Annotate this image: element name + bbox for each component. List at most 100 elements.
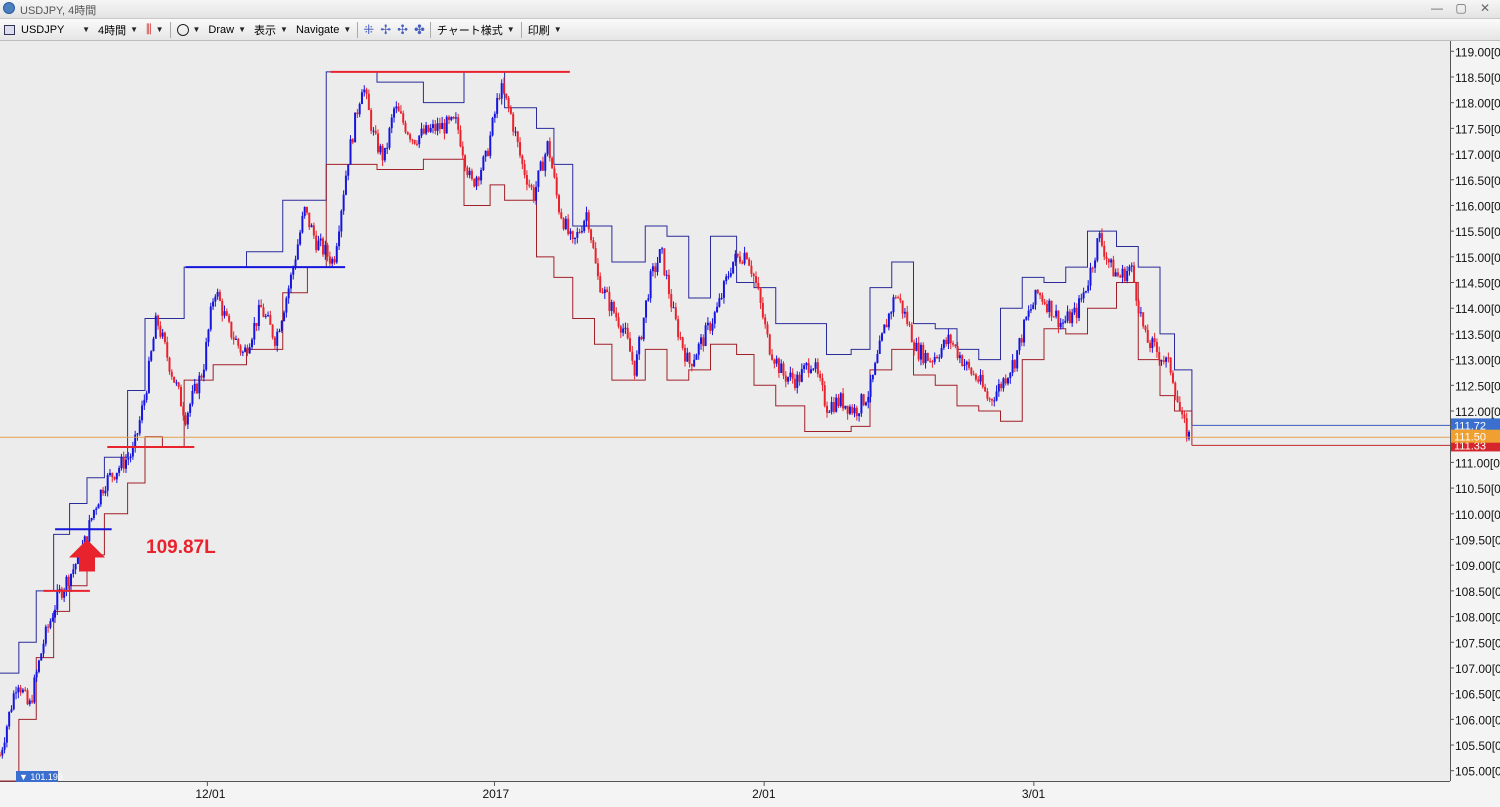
candle-body [393, 108, 396, 118]
candle-body [629, 338, 632, 352]
candle-body [826, 405, 829, 413]
candle-body [890, 312, 893, 314]
candle-body [585, 212, 588, 221]
candle-body [1142, 312, 1145, 327]
candle-body [122, 457, 125, 469]
candle-body [1004, 378, 1007, 384]
candle-body [624, 327, 627, 329]
candle-body [702, 337, 705, 347]
symbol-dropdown[interactable]: USDJPY ▼ [0, 20, 94, 39]
candle-body [246, 347, 249, 354]
candle-body [679, 337, 682, 339]
candle-body [1137, 300, 1140, 314]
close-button[interactable]: ✕ [1478, 0, 1492, 18]
candle-body [647, 298, 650, 301]
candle-body [386, 147, 389, 149]
candle-body [780, 363, 783, 373]
candle-body [942, 339, 945, 348]
candle-body [21, 689, 24, 693]
candle-body [610, 302, 613, 311]
candle-body [273, 337, 276, 346]
chart-canvas[interactable]: 105.00[0 105.50[0 106.00[0 106.50[0 107.00[0… [0, 41, 1500, 807]
candle-body [596, 263, 599, 277]
candle-body [303, 207, 306, 216]
candle-body [1075, 307, 1078, 318]
candle-body [674, 307, 677, 320]
view-menu[interactable]: 表示 ▼ [250, 20, 292, 39]
timeframe-dropdown[interactable]: 4時間 ▼ [94, 20, 142, 39]
candle-body [532, 187, 535, 201]
candle-body [858, 413, 861, 417]
candle-body [867, 396, 870, 403]
minimize-button[interactable]: — [1430, 0, 1444, 18]
chart-icon [4, 24, 15, 35]
crosshair-icon[interactable]: ⁜ [360, 20, 377, 39]
candle-body [305, 207, 308, 213]
candle-body [590, 229, 593, 241]
candle-body [608, 292, 611, 311]
candle-body [47, 626, 50, 628]
candle-body [1130, 265, 1133, 267]
candle-body [800, 369, 803, 382]
draw-menu[interactable]: Draw ▼ [204, 20, 250, 39]
time-tick-label: 2/01 [752, 787, 776, 801]
candle-body [1064, 320, 1067, 323]
chart-type-dropdown[interactable]: ⫼ ▼ [142, 20, 167, 39]
candle-body [537, 170, 540, 187]
candle-body [990, 399, 993, 401]
candle-body [968, 361, 971, 368]
candle-body [935, 356, 938, 358]
candle-body [459, 129, 462, 147]
chart-style-label: チャート様式 [436, 24, 503, 37]
candle-body [519, 142, 522, 156]
price-chart[interactable]: 105.00[0 105.50[0 106.00[0 106.50[0 107.00[0… [0, 41, 1500, 807]
candle-body [33, 677, 36, 703]
candle-body [1183, 414, 1186, 419]
candle-body [871, 374, 874, 380]
candle-body [615, 312, 618, 318]
shape-dropdown[interactable]: ▼ [173, 20, 205, 39]
price-tick-label: 109.00[0 [1455, 559, 1500, 573]
crosshair-icon[interactable]: ✣ [394, 20, 411, 39]
chevron-down-icon: ▼ [238, 25, 247, 34]
candle-body [111, 472, 114, 477]
candle-body [214, 296, 217, 302]
print-menu[interactable]: 印刷 ▼ [524, 20, 566, 39]
candle-body [807, 363, 810, 373]
candle-body [237, 338, 240, 346]
chart-style-menu[interactable]: チャート様式 ▼ [433, 20, 519, 39]
candle-body [832, 402, 835, 412]
candle-body [438, 123, 441, 130]
candle-body [191, 391, 194, 405]
candle-body [640, 337, 643, 340]
candle-body [892, 297, 895, 313]
crosshair-icon[interactable]: ✢ [377, 20, 394, 39]
candle-body [651, 266, 654, 272]
candle-body [489, 135, 492, 156]
candle-body [127, 458, 130, 460]
candle-body [503, 83, 506, 94]
candle-body [173, 376, 176, 383]
chevron-down-icon: ▼ [343, 25, 352, 34]
candle-body [1087, 285, 1090, 291]
crosshair-icon[interactable]: ✤ [411, 20, 428, 39]
candle-body [773, 359, 776, 364]
navigate-menu[interactable]: Navigate ▼ [292, 20, 355, 39]
candle-body [592, 240, 595, 248]
candle-body [70, 573, 73, 586]
candle-body [248, 347, 251, 354]
candle-body [1135, 282, 1138, 301]
candle-body [954, 344, 957, 347]
candle-body [395, 106, 398, 109]
toolbar-separator [169, 21, 171, 38]
candle-body [901, 300, 904, 314]
navigate-label: Navigate [295, 23, 340, 36]
view-label: 表示 [254, 24, 277, 37]
candle-body [230, 321, 233, 338]
candle-body [35, 671, 38, 678]
candle-body [74, 563, 77, 570]
candle-body [372, 130, 375, 132]
maximize-button[interactable]: ▢ [1454, 0, 1468, 18]
candle-body [1119, 275, 1122, 278]
candle-body [315, 235, 318, 251]
